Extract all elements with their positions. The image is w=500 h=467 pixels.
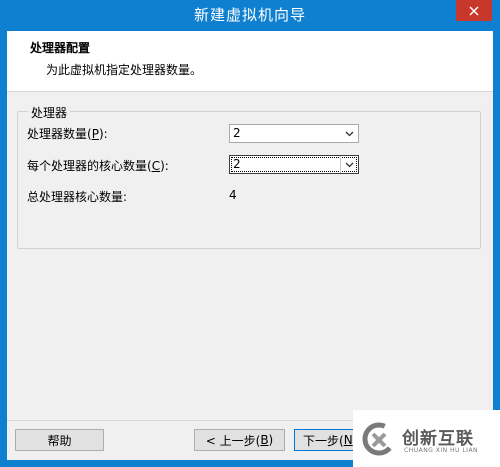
- wizard-window: 新建虚拟机向导 处理器配置 为此虚拟机指定处理器数量。 处理器 处理器数量(P)…: [0, 0, 500, 467]
- page-subtitle: 为此虚拟机指定处理器数量。: [46, 63, 203, 77]
- cores-per-processor-value: 2: [233, 157, 241, 171]
- cores-per-processor-select[interactable]: 2: [229, 155, 359, 174]
- page-title: 处理器配置: [30, 41, 91, 55]
- dialog-client-area: 处理器配置 为此虚拟机指定处理器数量。 处理器 处理器数量(P): 2 每个处理…: [7, 31, 493, 460]
- help-button[interactable]: 帮助: [15, 429, 104, 451]
- processor-count-label: 处理器数量(P):: [27, 127, 108, 141]
- processor-count-value: 2: [233, 126, 241, 140]
- watermark-pinyin: CHUANG XIN HU LIAN: [404, 447, 479, 454]
- watermark-logo: 创新互联 CHUANG XIN HU LIAN: [353, 410, 500, 467]
- window-title: 新建虚拟机向导: [193, 6, 306, 24]
- processor-group: 处理器 处理器数量(P): 2 每个处理器的核心数量(C): 2 总处理器核心数…: [17, 104, 481, 249]
- close-button[interactable]: [456, 0, 492, 21]
- wizard-header: 处理器配置 为此虚拟机指定处理器数量。: [7, 31, 493, 92]
- brand-logo-icon: [362, 422, 396, 456]
- title-bar[interactable]: 新建虚拟机向导: [0, 0, 500, 31]
- group-legend: 处理器: [28, 104, 71, 121]
- chevron-down-icon[interactable]: [341, 125, 358, 142]
- total-cores-value: 4: [229, 188, 237, 202]
- close-icon: [469, 5, 479, 16]
- cores-per-processor-label: 每个处理器的核心数量(C):: [27, 159, 169, 173]
- processor-count-select[interactable]: 2: [229, 124, 359, 143]
- total-cores-label: 总处理器核心数量:: [27, 190, 128, 204]
- chevron-down-icon[interactable]: [340, 156, 358, 173]
- watermark-brand: 创新互联: [402, 429, 474, 449]
- back-button[interactable]: < 上一步(B): [194, 429, 285, 451]
